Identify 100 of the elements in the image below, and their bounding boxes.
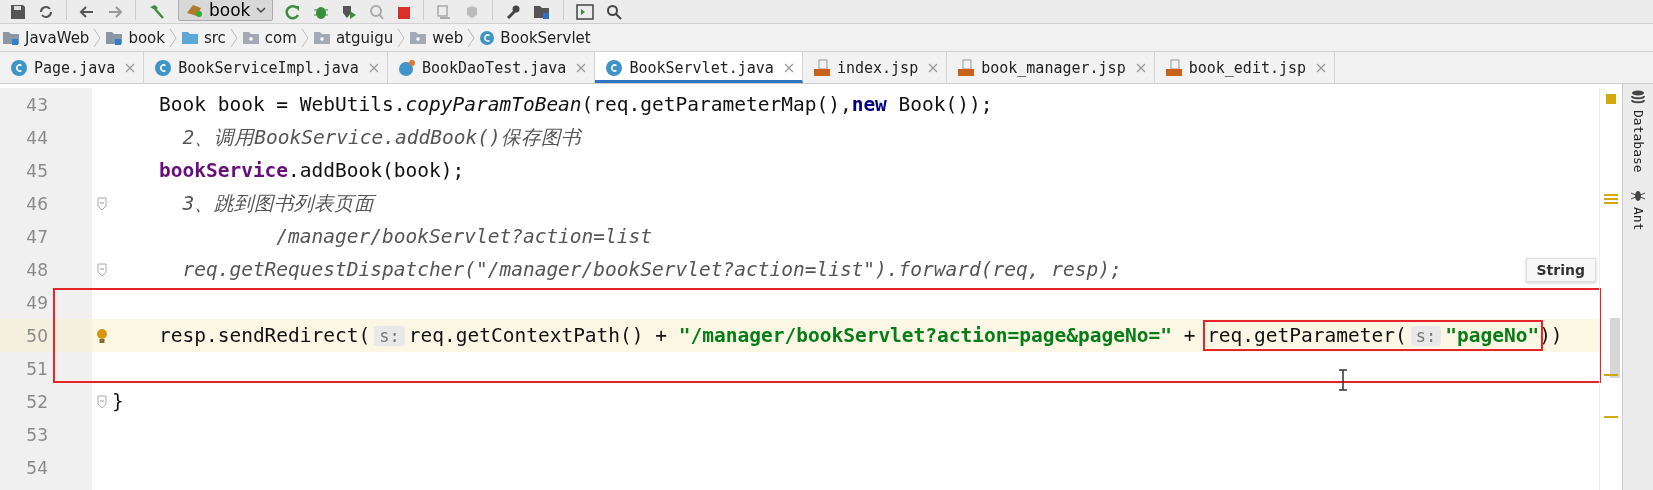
line-number: 51	[26, 358, 48, 379]
chevron-icon	[300, 27, 309, 48]
breadcrumb-item[interactable]: atguigu	[312, 28, 394, 47]
marker-lines-icon	[1604, 194, 1618, 206]
fold-icon[interactable]	[97, 394, 107, 409]
keyword: new	[851, 93, 887, 116]
code-text: req.getContextPath() +	[408, 324, 669, 347]
class-icon	[605, 58, 624, 77]
file-tab[interactable]: book_manager.jsp	[947, 52, 1155, 83]
jsp-file-icon	[957, 58, 976, 77]
test-class-icon	[397, 58, 416, 77]
close-icon[interactable]	[368, 62, 379, 73]
close-icon[interactable]	[125, 62, 136, 73]
warning-marker	[1606, 94, 1616, 104]
comment-text: 3、跳到图书列表页面	[181, 191, 375, 217]
code-text: resp.sendRedirect(	[157, 324, 371, 347]
line-number: 44	[26, 127, 48, 148]
forward-arrow-icon[interactable]	[107, 4, 123, 20]
close-icon[interactable]	[576, 62, 587, 73]
chevron-icon	[168, 27, 177, 48]
code-text: (req.getParameterMap(),	[581, 93, 852, 116]
ant-icon	[1631, 188, 1645, 203]
close-icon[interactable]	[928, 62, 939, 73]
code-text: }	[112, 390, 124, 413]
tool-window-button[interactable]: Ant	[1630, 188, 1646, 231]
warning-marker	[1604, 374, 1618, 376]
line-number: 49	[26, 292, 48, 313]
line-number: 43	[26, 94, 48, 115]
close-icon[interactable]	[1135, 62, 1146, 73]
breadcrumb-item[interactable]: BookServlet	[479, 28, 591, 47]
tool-window-label: Ant	[1630, 206, 1646, 231]
project-structure-icon[interactable]	[533, 4, 552, 20]
code-text: +	[1182, 324, 1197, 347]
file-tab[interactable]: index.jsp	[802, 52, 948, 83]
line-number: 53	[26, 424, 48, 445]
breadcrumb-item[interactable]: JavaWeb	[2, 28, 90, 47]
string-literal: "/manager/bookServlet?action=page&pageNo="	[678, 324, 1172, 347]
line-number: 46	[26, 193, 48, 214]
chevron-icon	[467, 27, 476, 48]
line-number: 45	[26, 160, 48, 181]
package-folder-icon	[409, 30, 428, 45]
scrollbar-thumb[interactable]	[1610, 318, 1620, 378]
save-icon[interactable]	[10, 4, 26, 20]
run-configuration-dropdown[interactable]: book	[178, 0, 274, 21]
warning-marker	[1604, 416, 1618, 418]
fold-icon[interactable]	[97, 262, 107, 277]
class-icon	[10, 58, 28, 77]
tool-window-button[interactable]: Database	[1630, 90, 1646, 173]
file-tab[interactable]: book_edit.jsp	[1154, 52, 1336, 83]
chevron-icon	[229, 27, 238, 48]
code-text: bookService	[157, 159, 289, 182]
caret-icon	[256, 6, 267, 14]
lightbulb-icon[interactable]	[96, 327, 108, 344]
jsp-file-icon	[812, 58, 831, 77]
text-cursor-icon	[1338, 369, 1348, 391]
code-text: .addBook(book);	[288, 159, 465, 182]
file-tab[interactable]: Page.java	[0, 52, 145, 83]
bug-icon[interactable]	[313, 4, 330, 20]
search-icon[interactable]	[606, 4, 623, 20]
breadcrumb-item[interactable]: book	[105, 28, 165, 47]
fold-icon[interactable]	[97, 196, 107, 211]
comment-text: req.getRequestDispatcher("/manager/bookServlet?action=list").forward(req, resp);	[181, 258, 1122, 281]
tool-window-label: Database	[1630, 110, 1646, 173]
code-text: copyParamToBean	[405, 93, 582, 116]
hammer-icon[interactable]	[148, 4, 166, 20]
file-tab[interactable]: BookServlet.java	[595, 52, 803, 83]
code-text: Book());	[897, 93, 993, 116]
back-arrow-icon[interactable]	[79, 4, 95, 20]
string-literal: "pageNo"	[1445, 324, 1540, 347]
line-number: 48	[26, 259, 48, 280]
module-folder-icon	[2, 30, 20, 45]
class-icon	[479, 29, 496, 46]
module-folder-icon	[105, 30, 124, 45]
settings-icon[interactable]	[505, 4, 522, 20]
stop-icon[interactable]	[397, 6, 412, 20]
parameter-hint: s:	[1410, 325, 1442, 346]
package-folder-icon	[241, 30, 260, 45]
package-folder-icon	[312, 30, 331, 45]
file-tab[interactable]: BookServiceImpl.java	[144, 52, 388, 83]
line-number: 52	[26, 391, 48, 412]
line-number: 47	[26, 226, 48, 247]
comment-text: /manager/bookServlet?action=list	[275, 225, 653, 248]
class-icon	[154, 58, 173, 77]
type-tooltip: String	[1525, 258, 1596, 282]
breadcrumb-item[interactable]: com	[241, 28, 297, 47]
code-text: req.getParameter(	[1207, 324, 1407, 347]
breadcrumb-item[interactable]: web	[409, 28, 464, 47]
shield-play-icon[interactable]	[341, 4, 358, 20]
rerun-icon[interactable]	[285, 4, 302, 20]
jsp-file-icon	[1164, 58, 1183, 77]
line-number: 54	[26, 457, 48, 478]
terminal-icon[interactable]	[576, 4, 595, 20]
close-icon[interactable]	[783, 62, 794, 73]
parameter-hint: s:	[374, 325, 405, 346]
deploy-icon[interactable]	[436, 4, 453, 20]
sync-icon[interactable]	[38, 4, 54, 20]
database-icon	[1631, 90, 1645, 106]
code-text: ))	[1539, 324, 1563, 347]
close-icon[interactable]	[1316, 62, 1327, 73]
breadcrumb-item[interactable]: src	[180, 28, 226, 47]
